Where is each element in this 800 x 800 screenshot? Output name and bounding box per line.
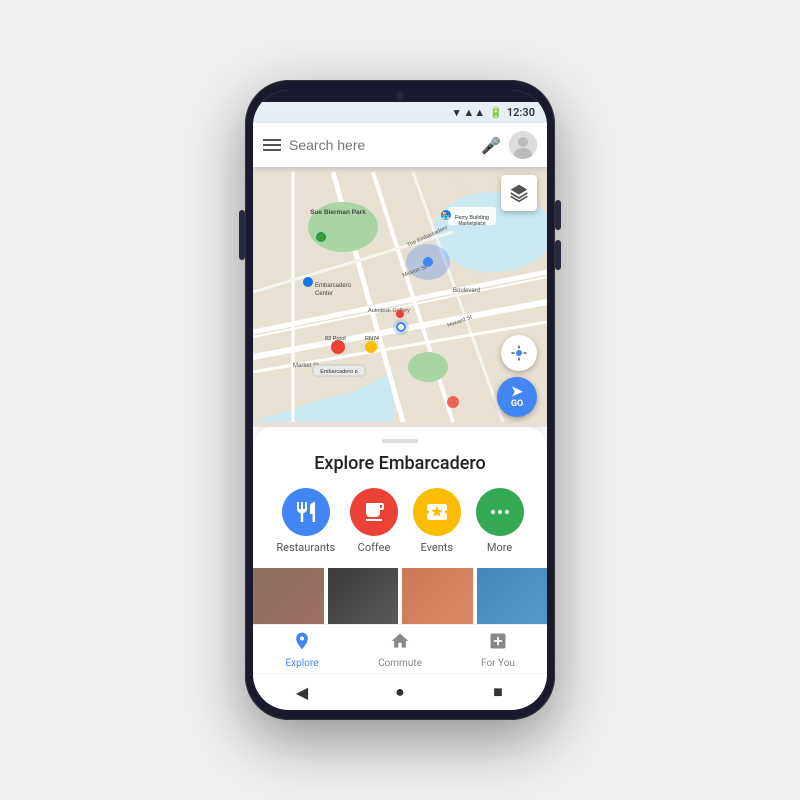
events-icon xyxy=(413,488,461,536)
restaurants-icon xyxy=(282,488,330,536)
restaurants-label: Restaurants xyxy=(276,541,335,554)
volume-button[interactable] xyxy=(239,210,245,260)
photo-thumb-1[interactable] xyxy=(253,568,324,624)
my-location-button[interactable] xyxy=(501,335,537,371)
more-icon xyxy=(476,488,524,536)
svg-text:Embarcadero ᴅ: Embarcadero ᴅ xyxy=(320,369,358,375)
wifi-icon: ▾ xyxy=(454,106,460,119)
panel-handle xyxy=(382,439,418,443)
battery-icon: 🔋 xyxy=(489,106,503,119)
map-layers-button[interactable] xyxy=(501,175,537,211)
status-time: 12:30 xyxy=(507,106,535,119)
phone-device: ▾ ▲▲ 🔋 12:30 🎤 xyxy=(245,80,555,720)
go-arrow-icon: ➤ xyxy=(511,385,523,399)
svg-text:🌿: 🌿 xyxy=(317,233,326,242)
svg-text:RN74: RN74 xyxy=(365,336,379,342)
camera-dot xyxy=(396,92,404,100)
mic-icon[interactable]: 🎤 xyxy=(481,136,501,155)
for-you-nav-icon xyxy=(488,631,508,656)
commute-nav-label: Commute xyxy=(378,658,422,669)
signal-icon: ▲▲ xyxy=(463,106,485,119)
nav-explore[interactable]: Explore xyxy=(253,631,351,669)
recents-button[interactable]: ■ xyxy=(488,682,508,702)
explore-nav-icon xyxy=(292,631,312,656)
coffee-label: Coffee xyxy=(358,541,391,554)
nav-for-you[interactable]: For You xyxy=(449,631,547,669)
category-restaurants[interactable]: Restaurants xyxy=(276,488,335,554)
go-label: GO xyxy=(511,399,523,409)
menu-button[interactable] xyxy=(263,139,281,151)
photo-thumb-2[interactable] xyxy=(328,568,399,624)
svg-text:83 Proof: 83 Proof xyxy=(325,336,346,342)
svg-text:Center: Center xyxy=(315,291,333,297)
photo-strip xyxy=(253,568,547,624)
go-button[interactable]: ➤ GO xyxy=(497,377,537,417)
map-area[interactable]: Ferry Building Marketplace 🏪 Sue Bierman… xyxy=(253,167,547,427)
explore-title: Explore Embarcadero xyxy=(269,453,531,474)
explore-panel: Explore Embarcadero Restaurants xyxy=(253,427,547,624)
search-input[interactable] xyxy=(289,137,473,153)
category-more[interactable]: More xyxy=(476,488,524,554)
explore-nav-label: Explore xyxy=(286,658,319,669)
back-button[interactable]: ◀ xyxy=(292,682,312,702)
svg-text:Embarcadero: Embarcadero xyxy=(315,283,352,289)
svg-text:Boulevard: Boulevard xyxy=(453,288,480,294)
commute-nav-icon xyxy=(390,631,410,656)
power-button-top[interactable] xyxy=(555,200,561,230)
svg-text:Marketplace: Marketplace xyxy=(458,221,485,227)
phone-screen: ▾ ▲▲ 🔋 12:30 🎤 xyxy=(253,90,547,710)
android-nav: ◀ ● ■ xyxy=(253,673,547,710)
svg-text:🏪: 🏪 xyxy=(442,211,451,220)
more-label: More xyxy=(487,541,512,554)
coffee-icon xyxy=(350,488,398,536)
events-label: Events xyxy=(420,541,453,554)
user-avatar[interactable] xyxy=(509,131,537,159)
category-coffee[interactable]: Coffee xyxy=(350,488,398,554)
nav-commute[interactable]: Commute xyxy=(351,631,449,669)
photo-thumb-3[interactable] xyxy=(402,568,473,624)
category-row: Restaurants Coffee xyxy=(269,488,531,554)
status-bar: ▾ ▲▲ 🔋 12:30 xyxy=(253,102,547,123)
home-button[interactable]: ● xyxy=(390,682,410,702)
power-button-bottom[interactable] xyxy=(555,240,561,270)
svg-text:Sue Bierman Park: Sue Bierman Park xyxy=(310,209,366,216)
photo-thumb-4[interactable] xyxy=(477,568,548,624)
search-bar: 🎤 xyxy=(253,123,547,167)
bottom-nav: Explore Commute For You xyxy=(253,624,547,673)
category-events[interactable]: Events xyxy=(413,488,461,554)
for-you-nav-label: For You xyxy=(481,658,515,669)
camera-area xyxy=(253,90,547,102)
